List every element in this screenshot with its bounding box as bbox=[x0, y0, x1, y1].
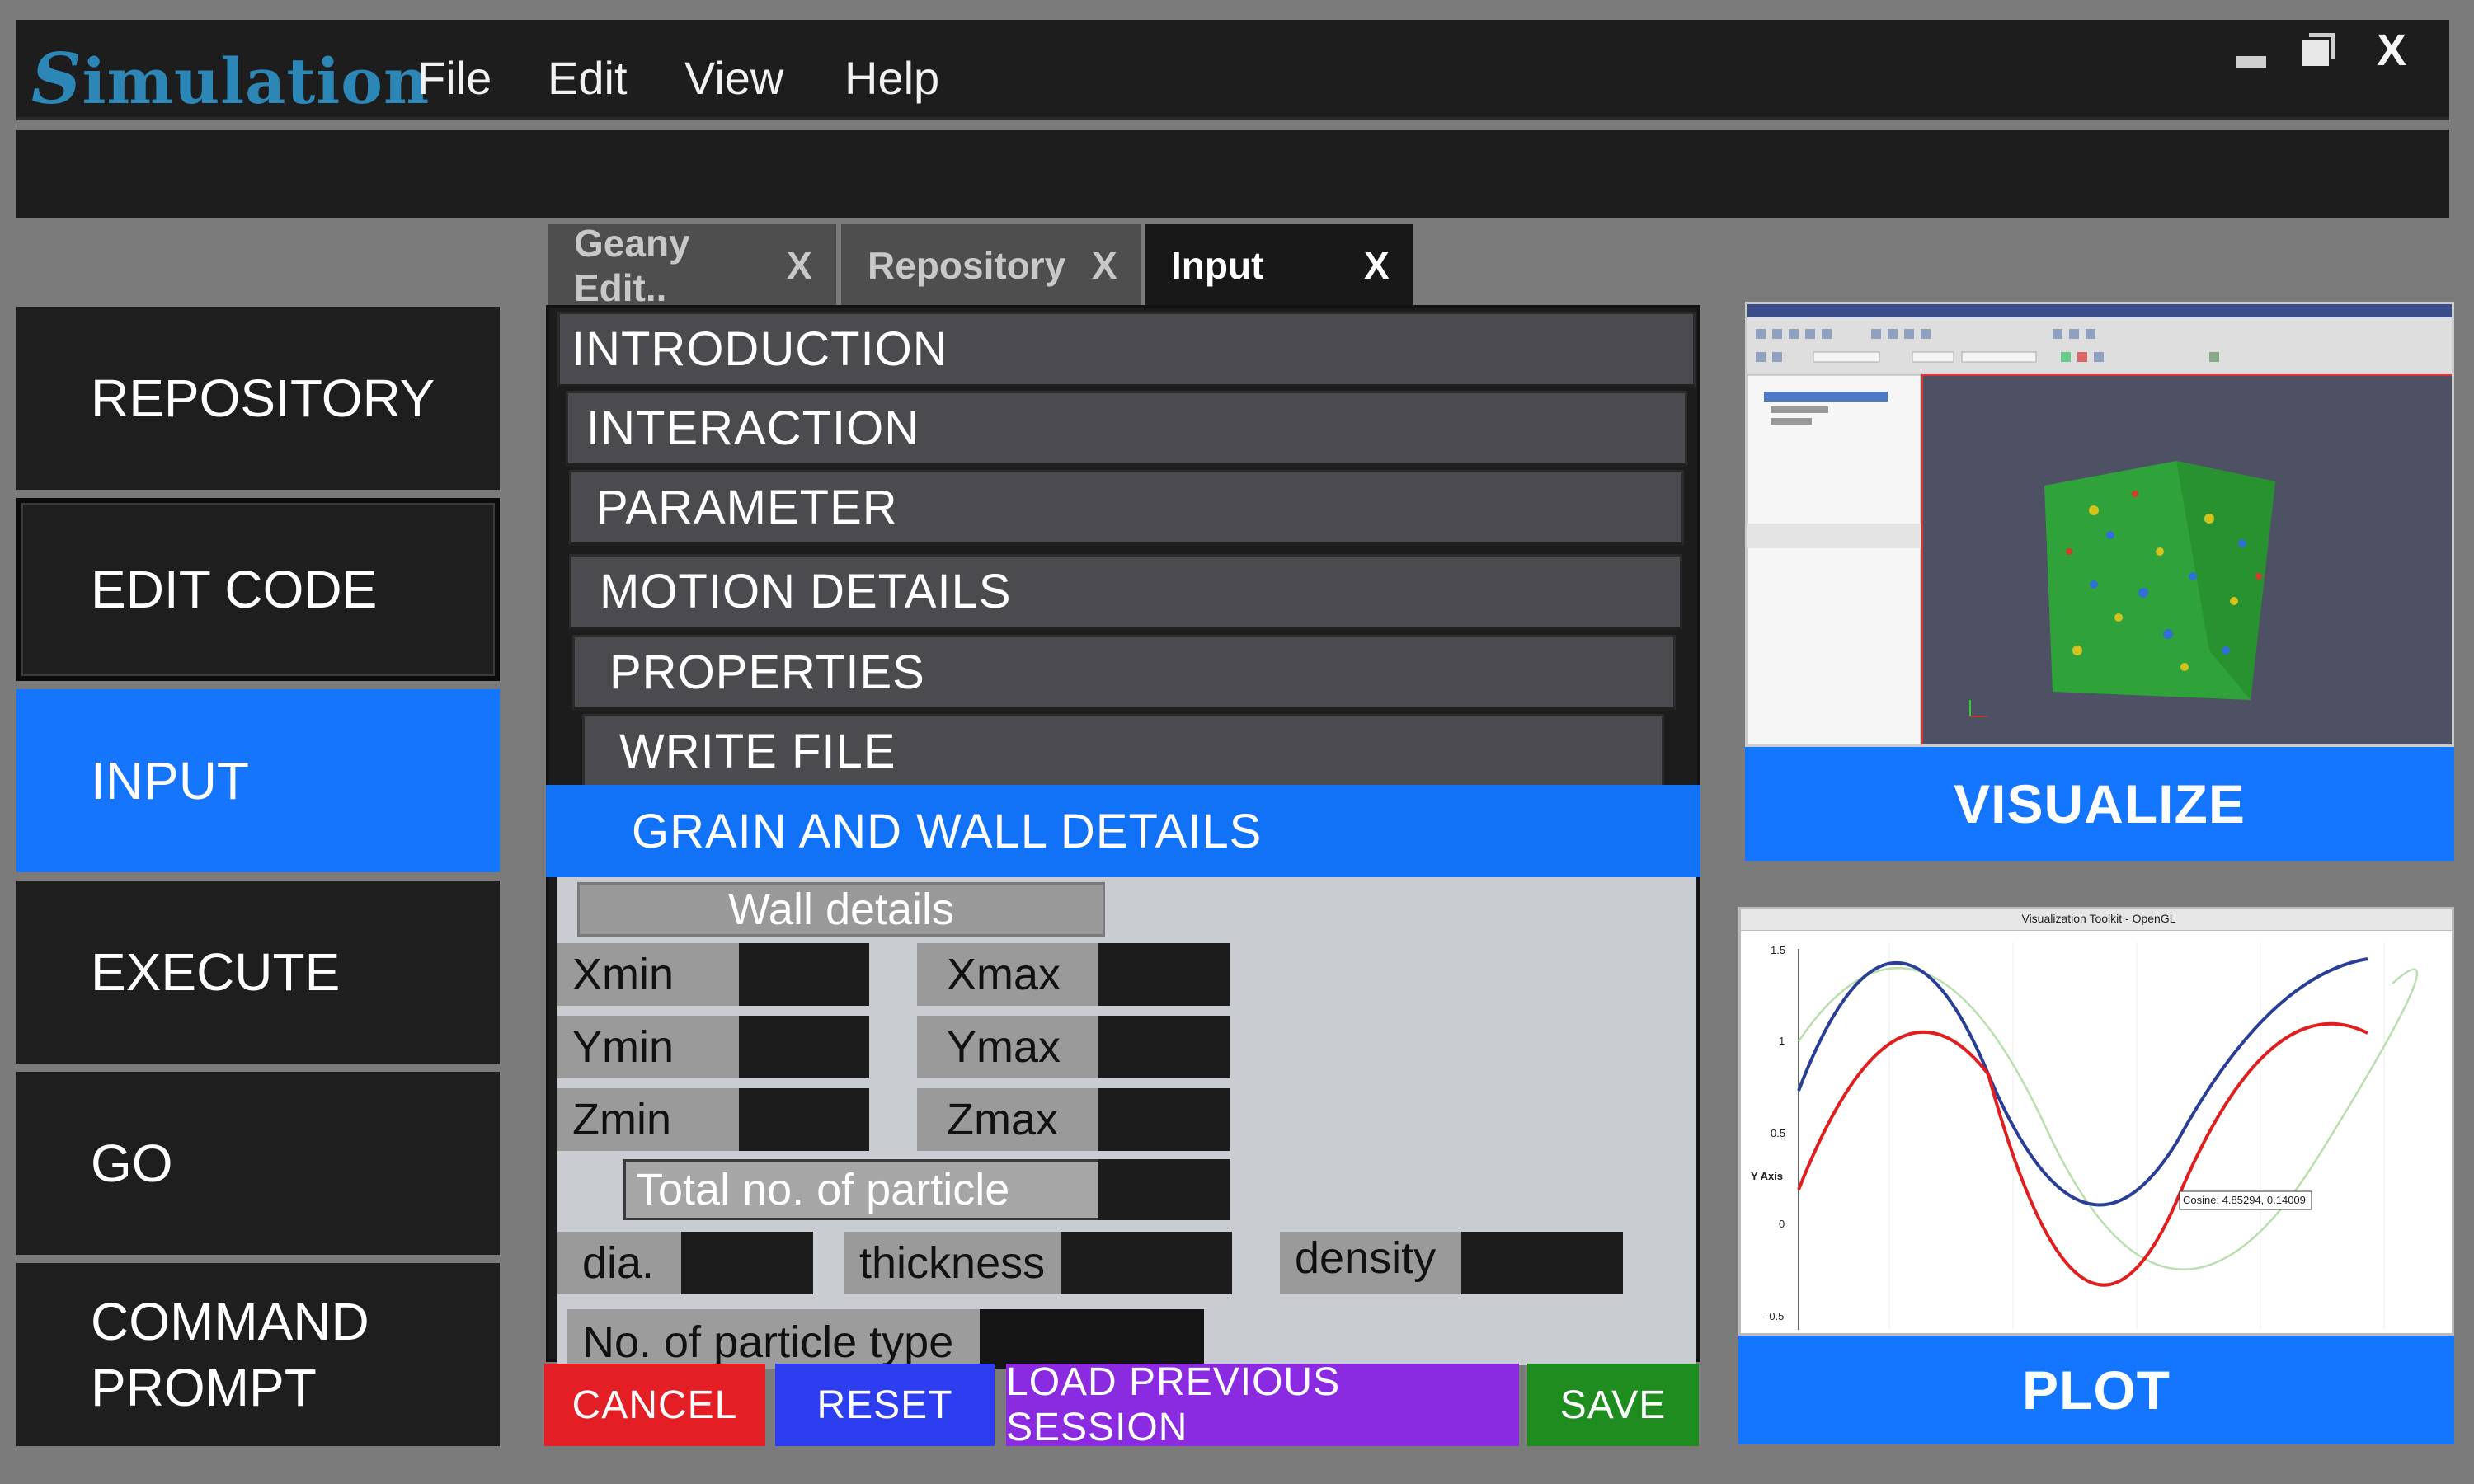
section-parameter[interactable]: PARAMETER bbox=[569, 470, 1684, 546]
visualize-button[interactable]: VISUALIZE bbox=[1745, 747, 2454, 861]
wall-details-header: Wall details bbox=[577, 882, 1105, 937]
plot-y-tick: 1 bbox=[1779, 1035, 1785, 1047]
menu-file[interactable]: File bbox=[417, 51, 492, 105]
plot-y-axis-label: Y Axis bbox=[1751, 1170, 1784, 1182]
tab-close-icon[interactable]: X bbox=[787, 243, 836, 288]
section-interaction[interactable]: INTERACTION bbox=[566, 391, 1687, 467]
zmin-input[interactable] bbox=[739, 1088, 869, 1151]
menu-view[interactable]: View bbox=[684, 51, 783, 105]
close-icon[interactable]: X bbox=[2377, 25, 2406, 76]
density-label: density bbox=[1280, 1232, 1461, 1294]
cancel-button[interactable]: CANCEL bbox=[544, 1364, 765, 1446]
sidebar-item-input[interactable]: INPUT bbox=[16, 689, 500, 872]
plot-preview[interactable]: Visualization Toolkit - OpenGL Cosine: 4… bbox=[1738, 907, 2454, 1336]
xmax-input[interactable] bbox=[1098, 943, 1230, 1006]
minimize-icon[interactable] bbox=[2236, 56, 2266, 68]
ymax-input[interactable] bbox=[1098, 1016, 1230, 1078]
load-previous-session-button[interactable]: LOAD PREVIOUS SESSION bbox=[1006, 1360, 1519, 1449]
visualize-preview[interactable] bbox=[1745, 302, 2454, 747]
tab-close-icon[interactable]: X bbox=[1092, 243, 1141, 288]
sidebar-item-command-prompt[interactable]: COMMAND PROMPT bbox=[16, 1263, 500, 1446]
tab-label: Input bbox=[1171, 244, 1264, 287]
tab-input[interactable]: Input X bbox=[1145, 224, 1413, 307]
plot-canvas bbox=[1797, 942, 2419, 1330]
sidebar-item-execute[interactable]: EXECUTE bbox=[16, 881, 500, 1064]
tab-close-icon[interactable]: X bbox=[1364, 243, 1413, 288]
xmin-label: Xmin bbox=[557, 943, 739, 1006]
section-grain-and-wall-details[interactable]: GRAIN AND WALL DETAILS bbox=[546, 785, 1700, 877]
plot-y-tick: 0.5 bbox=[1771, 1127, 1786, 1139]
thickness-label: thickness bbox=[844, 1232, 1061, 1294]
tab-geany-editor[interactable]: Geany Edit.. X bbox=[548, 222, 836, 309]
input-panel: INTRODUCTION INTERACTION PARAMETER MOTIO… bbox=[546, 305, 1700, 1369]
paraview-thumbnail bbox=[1747, 304, 2452, 744]
toolbar bbox=[16, 130, 2449, 218]
ymin-label: Ymin bbox=[557, 1016, 739, 1078]
section-write-file[interactable]: WRITE FILE bbox=[582, 714, 1664, 790]
sidebar-item-label: EDIT CODE bbox=[91, 560, 378, 619]
save-button[interactable]: SAVE bbox=[1527, 1364, 1699, 1446]
menu-help[interactable]: Help bbox=[844, 51, 939, 105]
reset-button[interactable]: RESET bbox=[775, 1364, 995, 1446]
plot-y-tick: -0.5 bbox=[1766, 1310, 1785, 1322]
zmax-label: Zmax bbox=[917, 1088, 1098, 1151]
dia-input[interactable] bbox=[681, 1232, 813, 1294]
zmin-label: Zmin bbox=[557, 1088, 739, 1151]
ymax-label: Ymax bbox=[917, 1016, 1098, 1078]
plot-y-tick: 0 bbox=[1779, 1218, 1785, 1230]
maximize-icon[interactable] bbox=[2302, 33, 2335, 66]
thickness-input[interactable] bbox=[1061, 1232, 1232, 1294]
plot-tooltip: Cosine: 4.85294, 0.14009 bbox=[2183, 1194, 2306, 1206]
particle-type-label: No. of particle type bbox=[567, 1309, 980, 1369]
plot-button[interactable]: PLOT bbox=[1738, 1336, 2454, 1444]
plot-y-tick: 1.5 bbox=[1771, 944, 1786, 956]
xmin-input[interactable] bbox=[739, 943, 869, 1006]
sidebar-item-repository[interactable]: REPOSITORY bbox=[16, 307, 500, 490]
sidebar-item-label: COMMAND PROMPT bbox=[91, 1292, 369, 1417]
section-motion-details[interactable]: MOTION DETAILS bbox=[569, 554, 1682, 630]
total-particle-input[interactable] bbox=[1098, 1159, 1230, 1220]
menu-edit[interactable]: Edit bbox=[548, 51, 628, 105]
total-particle-label: Total no. of particle bbox=[623, 1159, 1102, 1220]
sidebar-item-edit-code[interactable]: EDIT CODE bbox=[16, 498, 500, 681]
tab-label: Geany Edit.. bbox=[574, 222, 690, 309]
app-logo: Simulation bbox=[31, 38, 430, 120]
sidebar-item-label: REPOSITORY bbox=[91, 369, 435, 428]
section-introduction[interactable]: INTRODUCTION bbox=[557, 312, 1696, 387]
sidebar-item-go[interactable]: GO bbox=[16, 1072, 500, 1255]
sidebar-item-label: INPUT bbox=[91, 751, 249, 810]
grain-wall-form: Wall details Xmin Xmax Ymin Ymax Zmin Zm… bbox=[557, 877, 1696, 1369]
section-properties[interactable]: PROPERTIES bbox=[572, 635, 1676, 711]
xmax-label: Xmax bbox=[917, 943, 1098, 1006]
sidebar-item-label: GO bbox=[91, 1134, 173, 1193]
sidebar-item-label: EXECUTE bbox=[91, 942, 341, 1002]
density-input[interactable] bbox=[1461, 1232, 1623, 1294]
tab-repository[interactable]: Repository X bbox=[841, 224, 1141, 307]
zmax-input[interactable] bbox=[1098, 1088, 1230, 1151]
ymin-input[interactable] bbox=[739, 1016, 869, 1078]
dia-label: dia. bbox=[557, 1232, 681, 1294]
tab-label: Repository bbox=[868, 244, 1066, 287]
